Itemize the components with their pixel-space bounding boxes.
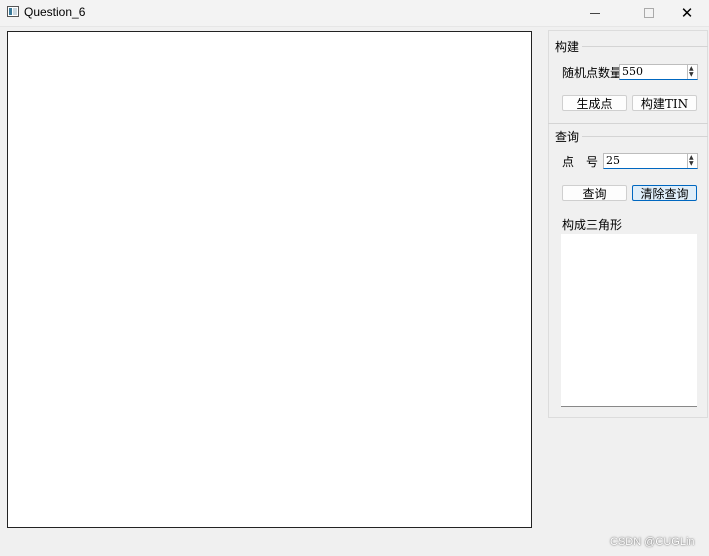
section-divider bbox=[548, 123, 708, 124]
query-button[interactable]: 查询 bbox=[562, 185, 627, 201]
point-number-value: 25 bbox=[606, 154, 620, 167]
random-count-spin-arrows[interactable]: ▲ ▼ bbox=[687, 65, 697, 79]
random-count-value: 550 bbox=[622, 65, 643, 78]
drawing-canvas[interactable] bbox=[7, 31, 532, 528]
generate-points-button[interactable]: 生成点 bbox=[562, 95, 627, 111]
minimize-button[interactable] bbox=[572, 0, 618, 26]
triangles-list[interactable] bbox=[561, 234, 697, 407]
spin-down-icon[interactable]: ▼ bbox=[689, 161, 694, 167]
random-count-label: 随机点数量 bbox=[562, 66, 623, 80]
app-icon bbox=[7, 6, 19, 17]
maximize-icon bbox=[644, 8, 654, 18]
triangles-label: 构成三角形 bbox=[562, 218, 623, 232]
build-group-divider bbox=[582, 46, 708, 47]
point-number-spinbox[interactable]: 25 ▲ ▼ bbox=[603, 153, 698, 169]
close-icon: ✕ bbox=[680, 4, 694, 22]
window-title: Question_6 bbox=[24, 5, 86, 19]
query-group-title: 查询 bbox=[555, 130, 580, 144]
spin-down-icon[interactable]: ▼ bbox=[689, 72, 694, 78]
close-button[interactable]: ✕ bbox=[664, 0, 709, 26]
watermark: CSDN @CUGLin bbox=[610, 536, 695, 548]
build-tin-button[interactable]: 构建TIN bbox=[632, 95, 697, 111]
build-group-title: 构建 bbox=[555, 40, 580, 54]
title-bar: Question_6 ✕ bbox=[0, 0, 709, 27]
point-number-spin-arrows[interactable]: ▲ ▼ bbox=[687, 154, 697, 168]
point-number-label: 点 号 bbox=[562, 155, 599, 169]
random-count-spinbox[interactable]: 550 ▲ ▼ bbox=[619, 64, 698, 80]
clear-query-button[interactable]: 清除查询 bbox=[632, 185, 697, 201]
minimize-icon bbox=[590, 12, 600, 14]
query-group-divider bbox=[582, 136, 708, 137]
